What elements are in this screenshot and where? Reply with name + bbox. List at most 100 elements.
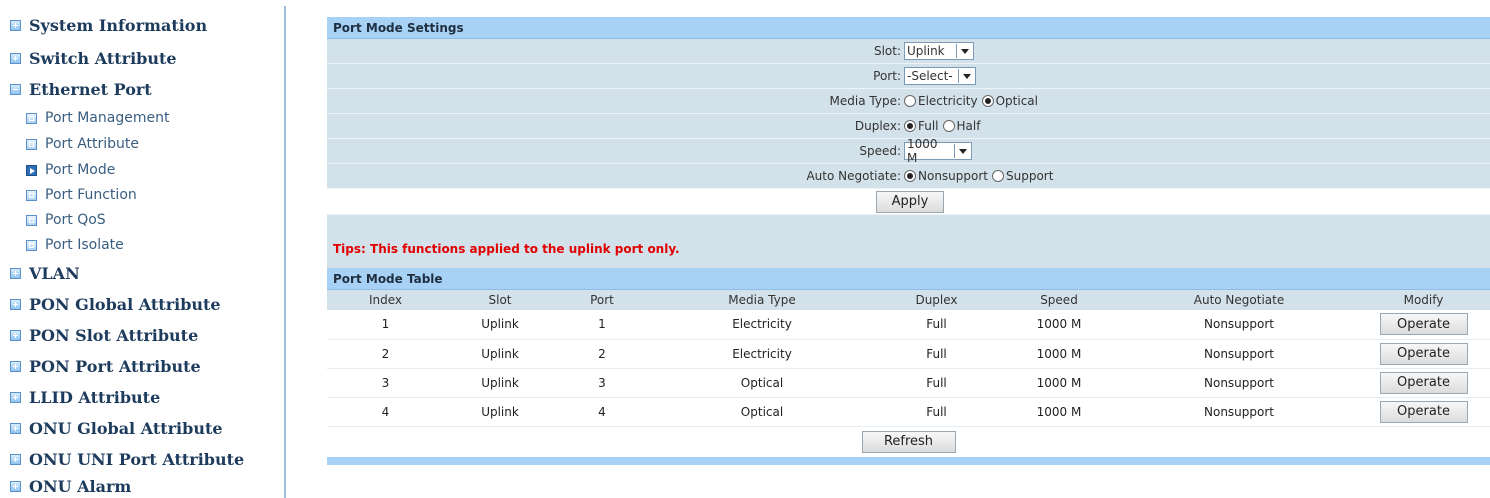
speed-select[interactable]: 1000 M bbox=[904, 137, 972, 165]
sidebar-item-label: Port Mode bbox=[45, 162, 116, 178]
table-row: 2 Uplink 2 Electricity Full 1000 M Nonsu… bbox=[327, 339, 1490, 369]
sidebar-item-label: PON Slot Attribute bbox=[29, 326, 199, 345]
cell-modify: Operate bbox=[1357, 310, 1490, 340]
sidebar-item-port-isolate[interactable]: Port Isolate bbox=[26, 237, 124, 253]
collapse-icon bbox=[10, 84, 21, 95]
duplex-label: Duplex: bbox=[854, 119, 901, 133]
sidebar-item-system-information[interactable]: System Information bbox=[10, 16, 207, 35]
column-header-duplex: Duplex bbox=[915, 293, 958, 307]
auto-nonsupport-radio[interactable] bbox=[904, 170, 916, 182]
refresh-button[interactable]: Refresh bbox=[861, 430, 956, 453]
duplex-full-radio[interactable] bbox=[904, 120, 916, 132]
page-icon bbox=[26, 189, 37, 201]
cell-slot: Uplink bbox=[444, 339, 556, 369]
expand-icon bbox=[10, 330, 21, 341]
table-header-row: Index Slot Port Media Type Duplex Speed … bbox=[327, 290, 1490, 310]
chevron-down-icon bbox=[954, 144, 971, 158]
column-header-slot: Slot bbox=[488, 293, 512, 307]
media-optical-radio[interactable] bbox=[981, 95, 994, 107]
column-header-media-type: Media Type bbox=[728, 293, 796, 307]
arrow-right-icon bbox=[26, 164, 37, 176]
slot-row: Slot: Uplink bbox=[327, 39, 1490, 64]
cell-speed: 1000 M bbox=[997, 339, 1121, 369]
table-row: 3 Uplink 3 Optical Full 1000 M Nonsuppor… bbox=[327, 368, 1490, 398]
port-mode-table: Index Slot Port Media Type Duplex Speed … bbox=[327, 290, 1490, 427]
table-row: 4 Uplink 4 Optical Full 1000 M Nonsuppor… bbox=[327, 397, 1490, 427]
sidebar-item-pon-global-attribute[interactable]: PON Global Attribute bbox=[10, 295, 221, 314]
duplex-half-radio[interactable] bbox=[942, 120, 955, 132]
sidebar-item-onu-uni-port-attribute[interactable]: ONU UNI Port Attribute bbox=[10, 450, 244, 469]
column-header-port: Port bbox=[590, 293, 614, 307]
sidebar-item-pon-slot-attribute[interactable]: PON Slot Attribute bbox=[10, 326, 198, 345]
sidebar-item-label: ONU UNI Port Attribute bbox=[29, 450, 245, 469]
sidebar-divider[interactable] bbox=[284, 6, 286, 498]
cell-index: 4 bbox=[327, 397, 444, 427]
expand-icon bbox=[10, 454, 21, 465]
sidebar-item-port-management[interactable]: Port Management bbox=[26, 110, 169, 126]
main-content: Port Mode Settings Slot: Uplink Port: -S… bbox=[327, 17, 1490, 465]
sidebar-item-port-qos[interactable]: Port QoS bbox=[26, 212, 106, 228]
slot-select-value: Uplink bbox=[907, 44, 945, 58]
operate-button[interactable]: Operate bbox=[1379, 371, 1468, 394]
cell-slot: Uplink bbox=[444, 397, 556, 427]
media-electricity-label: Electricity bbox=[918, 94, 978, 108]
page-icon bbox=[26, 112, 37, 124]
port-mode-table-header: Port Mode Table bbox=[327, 268, 1490, 290]
cell-auto-negotiate: Nonsupport bbox=[1121, 368, 1357, 398]
expand-icon bbox=[10, 20, 21, 31]
media-electricity-radio[interactable] bbox=[904, 95, 916, 107]
table-row: 1 Uplink 1 Electricity Full 1000 M Nonsu… bbox=[327, 310, 1490, 340]
sidebar-item-port-mode[interactable]: Port Mode bbox=[26, 162, 115, 178]
cell-auto-negotiate: Nonsupport bbox=[1121, 397, 1357, 427]
sidebar-item-pon-port-attribute[interactable]: PON Port Attribute bbox=[10, 357, 201, 376]
page-icon bbox=[26, 214, 37, 226]
chevron-down-icon bbox=[956, 44, 973, 58]
sidebar-item-onu-alarm[interactable]: ONU Alarm bbox=[10, 477, 131, 496]
port-select[interactable]: -Select- bbox=[904, 67, 976, 85]
slot-select[interactable]: Uplink bbox=[904, 42, 974, 60]
expand-icon bbox=[10, 392, 21, 403]
expand-icon bbox=[10, 299, 21, 310]
cell-slot: Uplink bbox=[444, 368, 556, 398]
operate-button[interactable]: Operate bbox=[1379, 313, 1468, 336]
port-label: Port: bbox=[873, 69, 901, 83]
operate-button[interactable]: Operate bbox=[1379, 342, 1468, 365]
cell-port: 3 bbox=[556, 368, 648, 398]
column-header-auto-negotiate: Auto Negotiate bbox=[1193, 293, 1285, 307]
sidebar-item-label: Port Attribute bbox=[45, 136, 140, 152]
sidebar-item-onu-global-attribute[interactable]: ONU Global Attribute bbox=[10, 419, 223, 438]
cell-duplex: Full bbox=[876, 397, 997, 427]
cell-modify: Operate bbox=[1357, 397, 1490, 427]
sidebar-item-port-function[interactable]: Port Function bbox=[26, 187, 137, 203]
sidebar-item-label: LLID Attribute bbox=[29, 388, 161, 407]
media-type-row: Media Type: Electricity Optical bbox=[327, 89, 1490, 114]
cell-index: 1 bbox=[327, 310, 444, 340]
sidebar-item-ethernet-port[interactable]: Ethernet Port bbox=[10, 80, 152, 99]
duplex-row: Duplex: Full Half bbox=[327, 114, 1490, 139]
expand-icon bbox=[10, 423, 21, 434]
cell-port: 1 bbox=[556, 310, 648, 340]
sidebar-item-llid-attribute[interactable]: LLID Attribute bbox=[10, 388, 160, 407]
sidebar-item-switch-attribute[interactable]: Switch Attribute bbox=[10, 49, 177, 68]
operate-button[interactable]: Operate bbox=[1379, 400, 1468, 423]
cell-port: 4 bbox=[556, 397, 648, 427]
media-type-label: Media Type: bbox=[829, 94, 901, 108]
cell-index: 3 bbox=[327, 368, 444, 398]
sidebar-item-vlan[interactable]: VLAN bbox=[10, 264, 80, 283]
column-header-modify: Modify bbox=[1403, 293, 1444, 307]
sidebar-nav: System Information Switch Attribute Ethe… bbox=[0, 0, 280, 498]
cell-modify: Operate bbox=[1357, 368, 1490, 398]
sidebar-item-port-attribute[interactable]: Port Attribute bbox=[26, 136, 139, 152]
cell-media-type: Optical bbox=[648, 397, 876, 427]
page-icon bbox=[26, 239, 37, 251]
cell-duplex: Full bbox=[876, 339, 997, 369]
auto-support-radio[interactable] bbox=[992, 170, 1004, 182]
speed-label: Speed: bbox=[859, 144, 901, 158]
port-select-value: -Select- bbox=[907, 69, 953, 83]
cell-media-type: Optical bbox=[648, 368, 876, 398]
sidebar-item-label: Ethernet Port bbox=[29, 80, 152, 99]
apply-button[interactable]: Apply bbox=[876, 190, 944, 213]
tips-text: Tips: This functions applied to the upli… bbox=[327, 215, 1490, 268]
column-header-speed: Speed bbox=[1040, 293, 1078, 307]
cell-duplex: Full bbox=[876, 368, 997, 398]
